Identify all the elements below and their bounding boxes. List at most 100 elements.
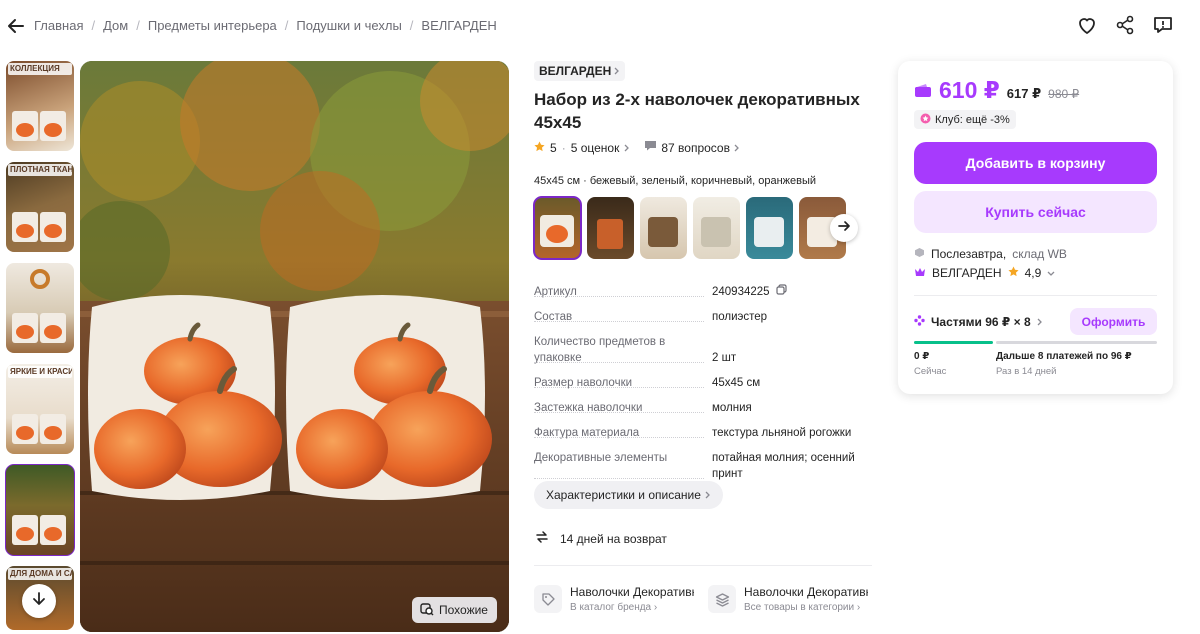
- spec-row: Состав полиэстер: [534, 309, 874, 325]
- spec-key: Декоративные элементы: [534, 452, 672, 464]
- breadcrumb-item-home[interactable]: Главная: [34, 18, 83, 33]
- spec-value: 2 шт: [712, 352, 737, 364]
- spec-row: Декоративные элементы потайная молния; о…: [534, 450, 874, 482]
- breadcrumb-separator: /: [409, 18, 414, 33]
- seller-name: ВЕЛГАРДЕН: [932, 266, 1002, 280]
- installments-link[interactable]: Частями 96 ₽ × 8: [914, 315, 1043, 329]
- spec-key: Состав: [534, 311, 577, 323]
- delivery-warehouse: склад WB: [1012, 247, 1067, 261]
- spec-value: текстура льняной рогожки: [712, 427, 852, 439]
- arrow-right-icon: [837, 219, 851, 238]
- club-label: Клуб: ещё -3%: [935, 113, 1010, 126]
- report-icon[interactable]: [1152, 14, 1174, 36]
- installment-bar-now: [914, 341, 993, 344]
- club-badge[interactable]: Клуб: ещё -3%: [914, 110, 1016, 129]
- thumb-label: КОЛЛЕКЦИЯ: [8, 63, 72, 75]
- chevron-right-icon: [705, 488, 711, 502]
- price-no-wallet: 617 ₽: [1006, 86, 1042, 101]
- returns-info[interactable]: 14 дней на возврат: [534, 529, 667, 548]
- thumb-label: ПЛОТНАЯ ТКАНЬ: [8, 164, 72, 176]
- order-installments-button[interactable]: Оформить: [1070, 308, 1157, 335]
- scroll-down-button[interactable]: [22, 584, 56, 618]
- rating-row: 5 · 5 оценок 87 вопросов: [534, 140, 740, 155]
- similar-button[interactable]: Похожие: [412, 597, 497, 623]
- rating-value: 5: [550, 140, 557, 155]
- similar-search-icon: [420, 602, 434, 619]
- reviews-link[interactable]: 5 оценок: [571, 141, 620, 155]
- gallery-thumb[interactable]: ПЛОТНАЯ ТКАНЬ: [6, 162, 74, 252]
- spec-row: Размер наволочки 45х45 см: [534, 375, 874, 391]
- spec-value: молния: [712, 402, 752, 414]
- spec-row: Артикул 240934225: [534, 284, 874, 300]
- variant-swatch[interactable]: [746, 197, 793, 259]
- specs-description-button[interactable]: Характеристики и описание: [534, 481, 723, 509]
- similar-label: Похожие: [439, 603, 488, 617]
- spec-row: Застежка наволочки молния: [534, 400, 874, 416]
- arrow-down-icon: [31, 591, 47, 612]
- share-icon[interactable]: [1114, 14, 1136, 36]
- questions-count: 87 вопросов: [661, 140, 730, 155]
- swatches-next-button[interactable]: [830, 214, 858, 242]
- category-link[interactable]: Наволочки Декоративные Все товары в кате…: [708, 585, 868, 613]
- gallery-thumb[interactable]: КОЛЛЕКЦИЯ: [6, 61, 74, 151]
- spec-row: Количество предметов в упаковке 2 шт: [534, 334, 874, 366]
- chevron-right-icon: [624, 141, 630, 155]
- variant-swatch[interactable]: [587, 197, 634, 259]
- gallery-thumb[interactable]: ЯРКИЕ И КРАСИВЫЕ: [6, 364, 74, 454]
- seller-rating: 4,9: [1024, 266, 1042, 280]
- spec-value[interactable]: 240934225: [712, 284, 770, 300]
- split-icon: [914, 315, 925, 329]
- gallery-thumb[interactable]: [6, 263, 74, 353]
- layers-icon: [708, 585, 736, 613]
- breadcrumb-item-home-goods[interactable]: Дом: [103, 18, 128, 33]
- buy-panel: 610 ₽ 617 ₽ 980 ₽ Клуб: ещё -3% Добавить…: [898, 61, 1173, 394]
- brand-catalog-link[interactable]: Наволочки Декоративные В каталог бренда …: [534, 585, 694, 613]
- wallet-icon: [914, 82, 932, 103]
- add-to-cart-button[interactable]: Добавить в корзину: [914, 142, 1157, 184]
- returns-label: 14 дней на возврат: [560, 531, 667, 546]
- variant-swatch[interactable]: [693, 197, 740, 259]
- copy-icon[interactable]: [775, 284, 787, 300]
- spec-key: Артикул: [534, 286, 581, 298]
- brand-chip[interactable]: ВЕЛГАРДЕН: [534, 61, 626, 81]
- price-row: 610 ₽ 617 ₽ 980 ₽: [914, 77, 1079, 104]
- box-icon: [914, 247, 925, 261]
- link-subtitle: В каталог бренда: [570, 602, 652, 613]
- club-icon: [920, 113, 931, 127]
- pay-now-value: 0 ₽: [914, 351, 930, 362]
- chevron-right-icon: [1037, 315, 1043, 329]
- variant-swatch-active[interactable]: [533, 196, 582, 260]
- seller-info[interactable]: ВЕЛГАРДЕН 4,9: [914, 266, 1055, 280]
- crown-icon: [914, 266, 926, 280]
- spec-key: Количество предметов в упаковке: [534, 334, 674, 366]
- link-subtitle: Все товары в категории: [744, 602, 855, 613]
- breadcrumb: Главная / Дом / Предметы интерьера / Подушк…: [34, 18, 497, 33]
- thumb-label: ДЛЯ ДОМА И САДА: [8, 568, 72, 580]
- variant-swatch[interactable]: [640, 197, 687, 259]
- divider: [914, 295, 1157, 296]
- variant-swatches: [533, 196, 846, 260]
- delivery-day: Послезавтра,: [931, 247, 1007, 261]
- breadcrumb-item-interior[interactable]: Предметы интерьера: [148, 18, 277, 33]
- heart-icon[interactable]: [1076, 14, 1098, 36]
- installments-label: Частями 96 ₽ × 8: [931, 315, 1031, 329]
- breadcrumb-item-pillows[interactable]: Подушки и чехлы: [296, 18, 401, 33]
- product-main-photo[interactable]: [80, 61, 509, 632]
- buy-now-button[interactable]: Купить сейчас: [914, 191, 1157, 233]
- tag-icon: [534, 585, 562, 613]
- back-arrow-icon[interactable]: [6, 16, 26, 36]
- spec-key: Фактура материала: [534, 427, 644, 439]
- link-title: Наволочки Декоративные: [744, 585, 868, 599]
- questions-link[interactable]: 87 вопросов: [644, 140, 740, 155]
- installment-bar-rest: [996, 341, 1157, 344]
- question-icon: [644, 140, 657, 155]
- gallery-thumb-active[interactable]: [5, 464, 75, 556]
- spec-key: Размер наволочки: [534, 377, 637, 389]
- product-title: Набор из 2-х наволочек декоративных 45х4…: [534, 90, 860, 132]
- spec-key: Застежка наволочки: [534, 402, 647, 414]
- chevron-down-icon: [1047, 266, 1055, 280]
- spec-value: полиэстер: [712, 311, 768, 323]
- breadcrumb-item-brand[interactable]: ВЕЛГАРДЕН: [421, 18, 496, 33]
- pay-next-value: Дальше 8 платежей по 96 ₽: [996, 351, 1132, 362]
- thumb-label: ЯРКИЕ И КРАСИВЫЕ: [8, 366, 72, 378]
